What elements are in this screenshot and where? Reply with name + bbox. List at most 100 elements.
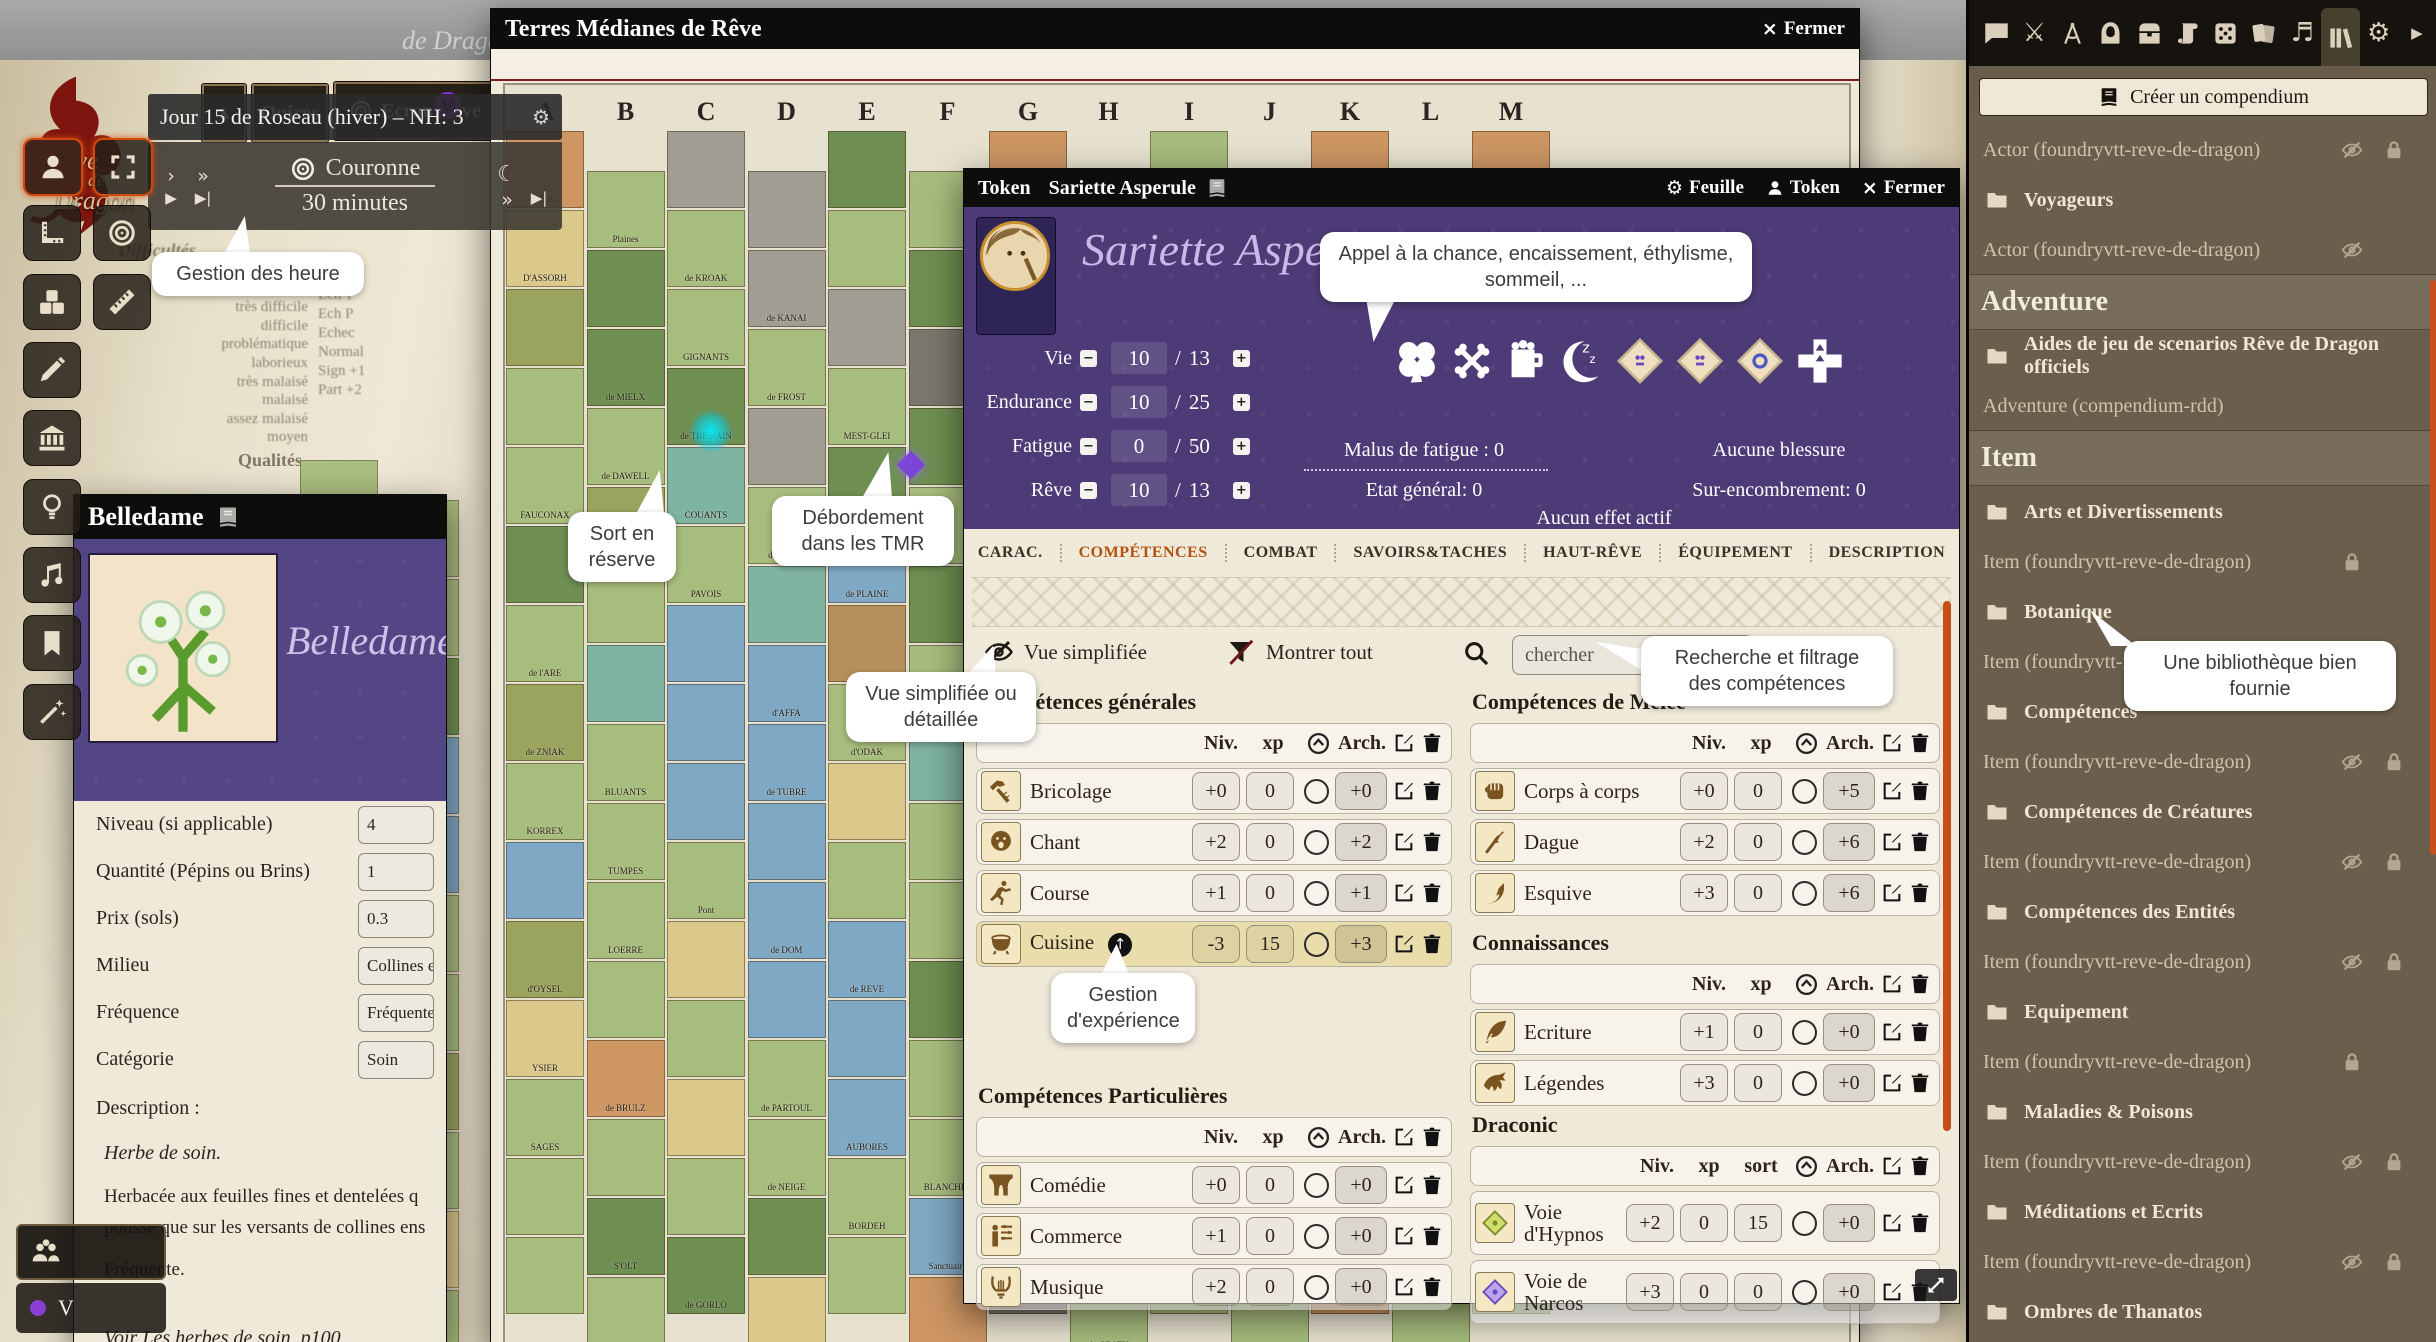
competence-row[interactable]: Cuisine↑-315+3 [976,921,1452,967]
arch-value[interactable]: +0 [1335,1268,1387,1306]
edit-icon[interactable] [1393,1126,1415,1148]
tmr-cell[interactable]: de BRULZ [587,1040,665,1117]
combat-tab[interactable]: ⚔ [2015,10,2053,56]
tmr-cell[interactable] [748,408,826,485]
tmr-cell[interactable]: Plaines [587,171,665,248]
tmr-cell[interactable] [828,605,906,682]
encaissement-bones-icon[interactable] [1448,337,1496,385]
roll-circle[interactable] [1792,881,1817,906]
trash-icon[interactable] [1421,1225,1443,1247]
xp-value[interactable]: 0 [1246,823,1294,861]
competence-name[interactable]: Comédie [1030,1174,1186,1196]
arch-value[interactable]: +6 [1823,823,1875,861]
compendium-folder[interactable]: Arts et Divertissements [1969,486,2436,538]
stat-decrease-button[interactable]: − [1080,438,1097,455]
competence-name[interactable]: Cuisine↑ [1030,931,1186,956]
time-forward-skip-button[interactable]: ▶| [526,189,552,211]
tmr-cell[interactable] [828,763,906,840]
trash-icon[interactable] [1421,780,1443,802]
edit-icon[interactable] [1881,732,1903,754]
edit-icon[interactable] [1881,831,1903,853]
competence-name[interactable]: Corps à corps [1524,780,1674,802]
edit-icon[interactable] [1881,1072,1903,1094]
tmr-cell[interactable] [748,1277,826,1342]
tmr-cell[interactable] [828,210,906,287]
compendium-entry[interactable]: Item (foundryvtt-reve-de-dragon) [1969,838,2436,886]
arch-value[interactable]: +2 [1335,823,1387,861]
niv-value[interactable]: +2 [1680,823,1728,861]
roll-circle[interactable] [1792,830,1817,855]
settings-tab[interactable]: ⚙ [2360,10,2398,56]
tmr-cell[interactable] [587,250,665,327]
competence-row[interactable]: Chant+20+2 [976,819,1452,865]
compendium-folder[interactable]: Equipement [1969,986,2436,1038]
xp-value[interactable]: 0 [1734,772,1782,810]
tmr-cell[interactable] [587,645,665,722]
field-input[interactable]: 1 [358,853,434,891]
competence-row[interactable]: Ecriture+10+0 [1470,1009,1940,1055]
competence-row[interactable]: Esquive+30+6 [1470,870,1940,916]
scenes-tab[interactable] [2054,10,2092,56]
arch-value[interactable]: +3 [1335,925,1387,963]
belledame-window-header[interactable]: Belledame [74,495,446,539]
calendar-settings-gear-icon[interactable]: ⚙ [532,105,550,129]
edit-icon[interactable] [1393,732,1415,754]
xp-value[interactable]: 0 [1734,874,1782,912]
competence-row[interactable]: Corps à corps+00+5 [1470,768,1940,814]
roll-circle[interactable] [1304,1224,1329,1249]
tmr-cell[interactable] [828,1237,906,1314]
compendium-folder[interactable]: Méditations et Ecrits [1969,1186,2436,1238]
collapse-sidebar-button[interactable]: ▶ [2398,10,2436,56]
tmr-cell[interactable] [506,289,584,366]
time-skip-button[interactable]: ▶| [190,189,216,207]
compendium-folder[interactable]: Compétences des Entités [1969,886,2436,938]
compendium-folder[interactable]: Botanique [1969,586,2436,638]
edit-icon[interactable] [1881,973,1903,995]
trash-icon[interactable] [1909,1072,1931,1094]
roll-circle[interactable] [1792,1211,1817,1236]
xp-value[interactable]: 15 [1246,925,1294,963]
compendium-tab[interactable] [2321,8,2359,66]
tmr-cell[interactable]: Pont [667,842,745,919]
tmr-cell[interactable]: KORREX [506,763,584,840]
trash-icon[interactable] [1909,831,1931,853]
roll-circle[interactable] [1304,779,1329,804]
trash-icon[interactable] [1909,1021,1931,1043]
roll-circle[interactable] [1304,830,1329,855]
tmr-cell[interactable]: SAGES [506,1079,584,1156]
stat-decrease-button[interactable]: − [1080,482,1097,499]
compendium-folder[interactable]: Ombres de Thanatos [1969,1286,2436,1338]
tables-tab[interactable] [2207,10,2245,56]
arch-value[interactable]: +6 [1823,874,1875,912]
trash-icon[interactable] [1421,1276,1443,1298]
tmr-cell[interactable]: S'OLT [587,1198,665,1275]
actor-portrait[interactable] [976,217,1056,335]
tab--quipement[interactable]: ÉQUIPEMENT [1661,544,1811,562]
tmr-cell[interactable] [506,1237,584,1314]
tmr-cell[interactable]: AUBORES [828,1079,906,1156]
compendium-entry[interactable]: Item (foundryvtt-reve-de-dragon) [1969,738,2436,786]
belledame-item-image[interactable] [88,553,278,743]
tmr-cell[interactable] [828,842,906,919]
tmr-cell[interactable]: TUMPES [587,803,665,880]
arch-value[interactable]: +0 [1823,1273,1875,1311]
select-tool[interactable] [93,138,153,196]
tmr-close-button[interactable]: × Fermer [1762,18,1845,40]
arch-value[interactable]: +1 [1335,874,1387,912]
roll-circle[interactable] [1304,1173,1329,1198]
tmr-cell[interactable]: de REVE [828,921,906,998]
tab-savoirs-taches[interactable]: SAVOIRS&TACHES [1336,544,1526,562]
compendium-entry[interactable]: Adventure (compendium-rdd) [1969,382,2436,430]
player-row[interactable]: V [16,1283,166,1333]
sheet-config-button[interactable]: ⚙Feuille [1666,177,1744,199]
competence-row[interactable]: Comédie+00+0 [976,1162,1452,1208]
field-input[interactable]: 4 [358,806,434,844]
drawing-controls[interactable] [23,342,81,398]
xp-value[interactable]: 0 [1246,1268,1294,1306]
stat-current-value[interactable]: 10 [1111,342,1167,374]
tmr-cell[interactable]: de GORLO [667,1237,745,1314]
token-config-button[interactable]: Token [1766,177,1840,199]
tmr-cell[interactable] [506,368,584,445]
tab-comp-tences[interactable]: COMPÉTENCES [1062,544,1227,562]
xp-value[interactable]: 0 [1680,1273,1728,1311]
